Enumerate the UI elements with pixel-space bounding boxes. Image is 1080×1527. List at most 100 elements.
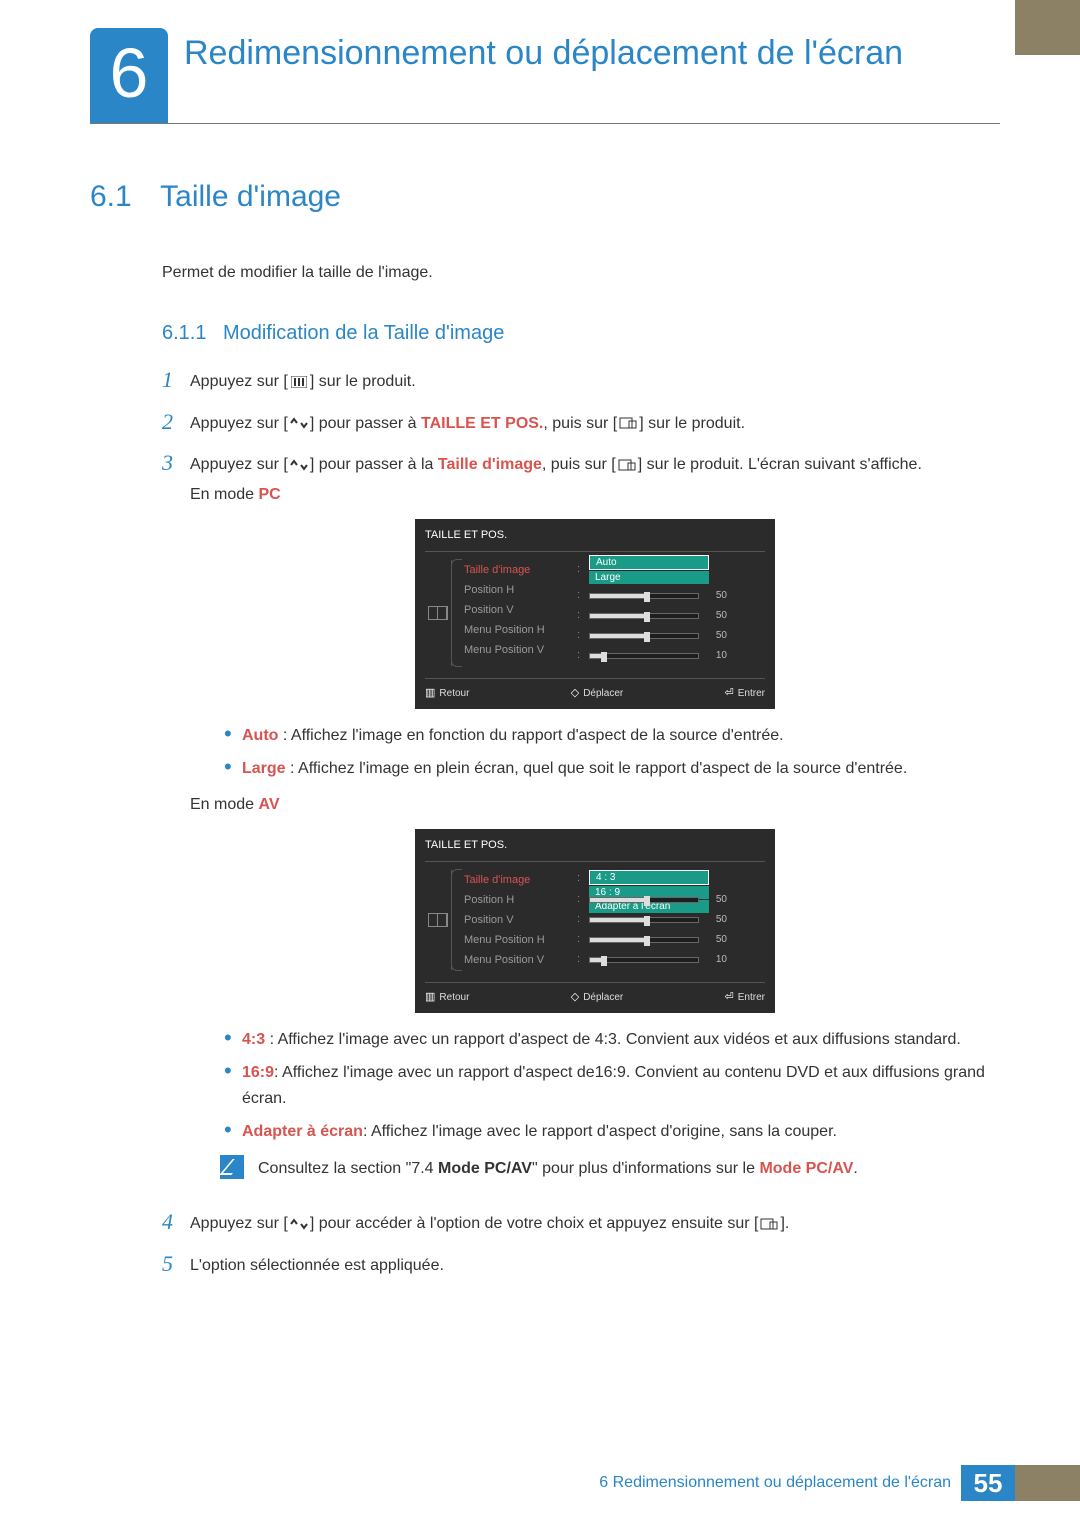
slider-value: 50 <box>705 628 727 644</box>
enter-icon <box>616 458 638 472</box>
bullet-item: • Adapter à écran: Affichez l'image avec… <box>224 1119 1000 1145</box>
text: ] sur le produit. <box>310 373 416 390</box>
section-heading: 6.1 Taille d'image <box>90 180 1000 214</box>
osd-foot-deplacer: ◇Déplacer <box>571 685 624 703</box>
subsection-title: Modification de la Taille d'image <box>223 322 504 344</box>
menu-icon <box>288 375 310 389</box>
slider-value: 10 <box>705 952 727 968</box>
bullet-item: • 16:9: Affichez l'image avec un rapport… <box>224 1060 1000 1111</box>
text: En mode <box>190 796 258 813</box>
step-body: Appuyez sur [] pour accéder à l'option d… <box>190 1209 1000 1237</box>
slider-menuv <box>589 653 699 659</box>
text: Consultez la section "7.4 <box>258 1160 438 1177</box>
slider-posv <box>589 613 699 619</box>
header-divider <box>90 123 1000 124</box>
keyword: Auto <box>242 727 278 744</box>
osd-foot-retour: ▥Retour <box>425 989 469 1007</box>
osd-menu-items: Taille d'image Position H Position V Men… <box>451 560 569 666</box>
text: Appuyez sur [ <box>190 1215 288 1232</box>
osd-menu-av: TAILLE ET POS. Taille d'image Position H… <box>415 829 775 1012</box>
slider-value: 50 <box>705 608 727 624</box>
steps-list: 1 Appuyez sur [] sur le produit. 2 Appuy… <box>90 367 1000 1278</box>
enter-icon: ⏎ <box>725 989 734 1007</box>
updown-icon <box>288 458 310 472</box>
osd-icon-column <box>425 870 451 970</box>
size-pos-icon <box>428 606 448 620</box>
osd-menu-pc: TAILLE ET POS. Taille d'image Position H… <box>415 519 775 708</box>
text: ] sur le produit. L'écran suivant s'affi… <box>638 456 922 473</box>
keyword: PC <box>258 486 280 503</box>
osd-item-taille: Taille d'image <box>464 560 569 580</box>
note-icon <box>220 1155 244 1179</box>
updown-icon <box>288 416 310 430</box>
bullets-av: • 4:3 : Affichez l'image avec un rapport… <box>224 1027 1000 1145</box>
keyword: Taille d'image <box>438 456 542 473</box>
step-1: 1 Appuyez sur [ ] sur le produit. <box>162 367 1000 395</box>
page-footer: 6 Redimensionnement ou déplacement de l'… <box>0 1465 1080 1501</box>
step-number: 1 <box>162 367 190 395</box>
slider-value: 50 <box>705 892 727 908</box>
osd-item-posv: Position V <box>464 910 569 930</box>
osd-item-posh: Position H <box>464 890 569 910</box>
bullet-item: • Large : Affichez l'image en plein écra… <box>224 756 1000 782</box>
bullet-item: • Auto : Affichez l'image en fonction du… <box>224 723 1000 749</box>
note-body: Consultez la section "7.4 Mode PC/AV" po… <box>258 1155 858 1181</box>
bullet-dot: • <box>224 1119 242 1145</box>
text: : Affichez l'image avec un rapport d'asp… <box>242 1064 985 1107</box>
text: : Affichez l'image en fonction du rappor… <box>278 727 783 744</box>
bullet-dot: • <box>224 756 242 782</box>
move-icon: ◇ <box>571 989 579 1007</box>
enter-icon <box>617 416 639 430</box>
keyword: 4:3 <box>242 1031 265 1048</box>
osd-foot-entrer: ⏎Entrer <box>725 685 765 703</box>
step-body: Appuyez sur [ ] sur le produit. <box>190 367 1000 395</box>
menu-icon: ▥ <box>425 989 435 1007</box>
bullet-dot: • <box>224 1060 242 1111</box>
footer-page-number: 55 <box>961 1465 1015 1501</box>
keyword: Mode PC/AV <box>759 1160 853 1177</box>
mode-av-label: En mode AV <box>190 792 1000 818</box>
label: Déplacer <box>583 990 623 1006</box>
label: Entrer <box>738 686 765 702</box>
keyword: Large <box>242 760 286 777</box>
osd-item-posh: Position H <box>464 580 569 600</box>
osd-item-menuh: Menu Position H <box>464 930 569 950</box>
label: Entrer <box>738 990 765 1006</box>
text: En mode <box>190 486 258 503</box>
slider-value: 10 <box>705 648 727 664</box>
bullet-dot: • <box>224 1027 242 1053</box>
osd-footer: ▥Retour ◇Déplacer ⏎Entrer <box>425 982 765 1007</box>
text: : Affichez l'image avec un rapport d'asp… <box>265 1031 961 1048</box>
osd-icon-column <box>425 560 451 666</box>
step-number: 5 <box>162 1251 190 1279</box>
keyword: AV <box>258 796 279 813</box>
step-3: 3 Appuyez sur [] pour passer à la Taille… <box>162 450 1000 1195</box>
text: ] sur le produit. <box>639 415 745 432</box>
subsection-number: 6.1.1 <box>162 322 206 344</box>
slider-menuh <box>589 937 699 943</box>
bullets-pc: • Auto : Affichez l'image en fonction du… <box>224 723 1000 782</box>
page-content: 6.1 Taille d'image Permet de modifier la… <box>90 180 1000 1292</box>
osd-values: : 4 : 3 16 : 9 Adapter à l'écran :50 :50… <box>569 870 765 970</box>
text: , puis sur [ <box>542 456 616 473</box>
keyword: TAILLE ET POS. <box>421 415 543 432</box>
osd-foot-retour: ▥Retour <box>425 685 469 703</box>
text: Appuyez sur [ <box>190 415 288 432</box>
text: ] pour passer à <box>310 415 421 432</box>
text: " pour plus d'informations sur le <box>532 1160 760 1177</box>
step-body: L'option sélectionnée est appliquée. <box>190 1251 1000 1279</box>
section-title: Taille d'image <box>160 180 341 214</box>
slider-posh <box>589 593 699 599</box>
osd-item-taille: Taille d'image <box>464 870 569 890</box>
osd-footer: ▥Retour ◇Déplacer ⏎Entrer <box>425 678 765 703</box>
note: Consultez la section "7.4 Mode PC/AV" po… <box>220 1155 1000 1181</box>
text: ] pour passer à la <box>310 456 438 473</box>
menu-icon: ▥ <box>425 685 435 703</box>
chapter-title: Redimensionnement ou déplacement de l'éc… <box>184 28 903 73</box>
enter-icon <box>758 1217 780 1231</box>
text: ]. <box>780 1215 789 1232</box>
keyword: 16:9 <box>242 1064 274 1081</box>
step-5: 5 L'option sélectionnée est appliquée. <box>162 1251 1000 1279</box>
section-number: 6.1 <box>90 180 132 214</box>
text: Appuyez sur [ <box>190 373 288 390</box>
